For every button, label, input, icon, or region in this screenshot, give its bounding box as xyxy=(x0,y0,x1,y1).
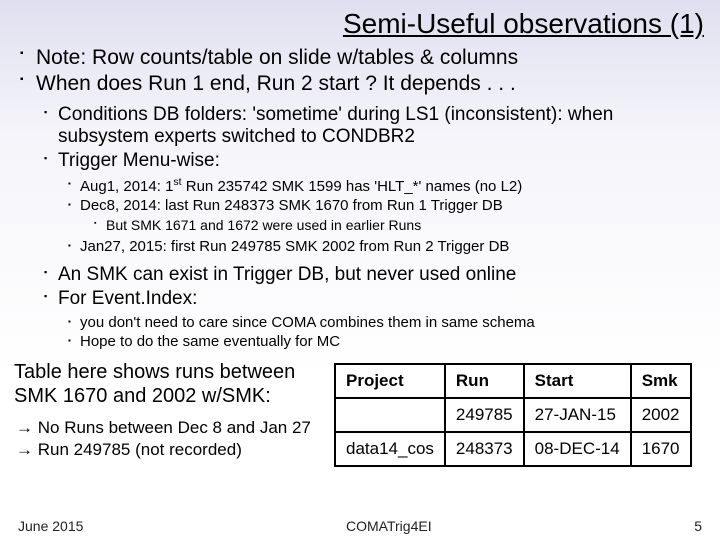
bullet-item: Conditions DB folders: 'sometime' during… xyxy=(14,104,706,148)
bullet-item: Aug1, 2014: 1st Run 235742 SMK 1599 has … xyxy=(14,176,706,196)
bullet-item: Jan27, 2015: first Run 249785 SMK 2002 f… xyxy=(14,238,706,256)
bullet-level-3: Jan27, 2015: first Run 249785 SMK 2002 f… xyxy=(14,238,706,256)
footer-date: June 2015 xyxy=(18,518,83,534)
bullet-level-3: Aug1, 2014: 1st Run 235742 SMK 1599 has … xyxy=(14,176,706,215)
bullet-item: An SMK can exist in Trigger DB, but neve… xyxy=(14,264,706,286)
bullet-level-1: Note: Row counts/table on slide w/tables… xyxy=(14,46,706,96)
cell-run: 249785 xyxy=(445,398,524,432)
col-run: Run xyxy=(445,364,524,398)
bullet-level-2: An SMK can exist in Trigger DB, but neve… xyxy=(14,264,706,310)
footer-title: COMATrig4EI xyxy=(346,518,432,534)
bullet-item: For Event.Index: xyxy=(14,288,706,310)
bullet-level-2: Conditions DB folders: 'sometime' during… xyxy=(14,104,706,172)
lower-right: Project Run Start Smk 249785 27-JAN-15 2… xyxy=(324,361,692,467)
slide-content: Note: Row counts/table on slide w/tables… xyxy=(0,46,720,467)
runs-table: Project Run Start Smk 249785 27-JAN-15 2… xyxy=(334,363,692,467)
bullet-item: But SMK 1671 and 1672 were used in earli… xyxy=(14,217,706,235)
slide-number: 5 xyxy=(694,518,702,534)
arrow-item: No Runs between Dec 8 and Jan 27 xyxy=(14,418,324,438)
cell-smk: 2002 xyxy=(631,398,691,432)
bullet-item: Trigger Menu-wise: xyxy=(14,150,706,172)
bullet-level-3: you don't need to care since COMA combin… xyxy=(14,314,706,351)
cell-start: 08-DEC-14 xyxy=(524,432,631,466)
bullet-item: Dec8, 2014: last Run 248373 SMK 1670 fro… xyxy=(14,197,706,215)
slide-title: Semi-Useful observations (1) xyxy=(0,0,720,46)
lower-section: Table here shows runs between SMK 1670 a… xyxy=(14,361,706,467)
col-start: Start xyxy=(524,364,631,398)
lower-left: Table here shows runs between SMK 1670 a… xyxy=(14,361,324,467)
col-project: Project xyxy=(335,364,445,398)
col-smk: Smk xyxy=(631,364,691,398)
bullet-level-4: But SMK 1671 and 1672 were used in earli… xyxy=(14,217,706,235)
bullet-item: When does Run 1 end, Run 2 start ? It de… xyxy=(14,72,706,96)
table-row: data14_cos 248373 08-DEC-14 1670 xyxy=(335,432,691,466)
bullet-item: Hope to do the same eventually for MC xyxy=(14,333,706,351)
bullet-item: you don't need to care since COMA combin… xyxy=(14,314,706,332)
arrow-list: No Runs between Dec 8 and Jan 27 Run 249… xyxy=(14,418,324,460)
footer: June 2015 COMATrig4EI 5 xyxy=(0,518,720,534)
cell-smk: 1670 xyxy=(631,432,691,466)
arrow-item: Run 249785 (not recorded) xyxy=(14,440,324,460)
cell-run: 248373 xyxy=(445,432,524,466)
bullet-item: Note: Row counts/table on slide w/tables… xyxy=(14,46,706,70)
cell-start: 27-JAN-15 xyxy=(524,398,631,432)
cell-project xyxy=(335,398,445,432)
table-row: 249785 27-JAN-15 2002 xyxy=(335,398,691,432)
table-caption: Table here shows runs between SMK 1670 a… xyxy=(14,361,324,408)
table-header-row: Project Run Start Smk xyxy=(335,364,691,398)
cell-project: data14_cos xyxy=(335,432,445,466)
